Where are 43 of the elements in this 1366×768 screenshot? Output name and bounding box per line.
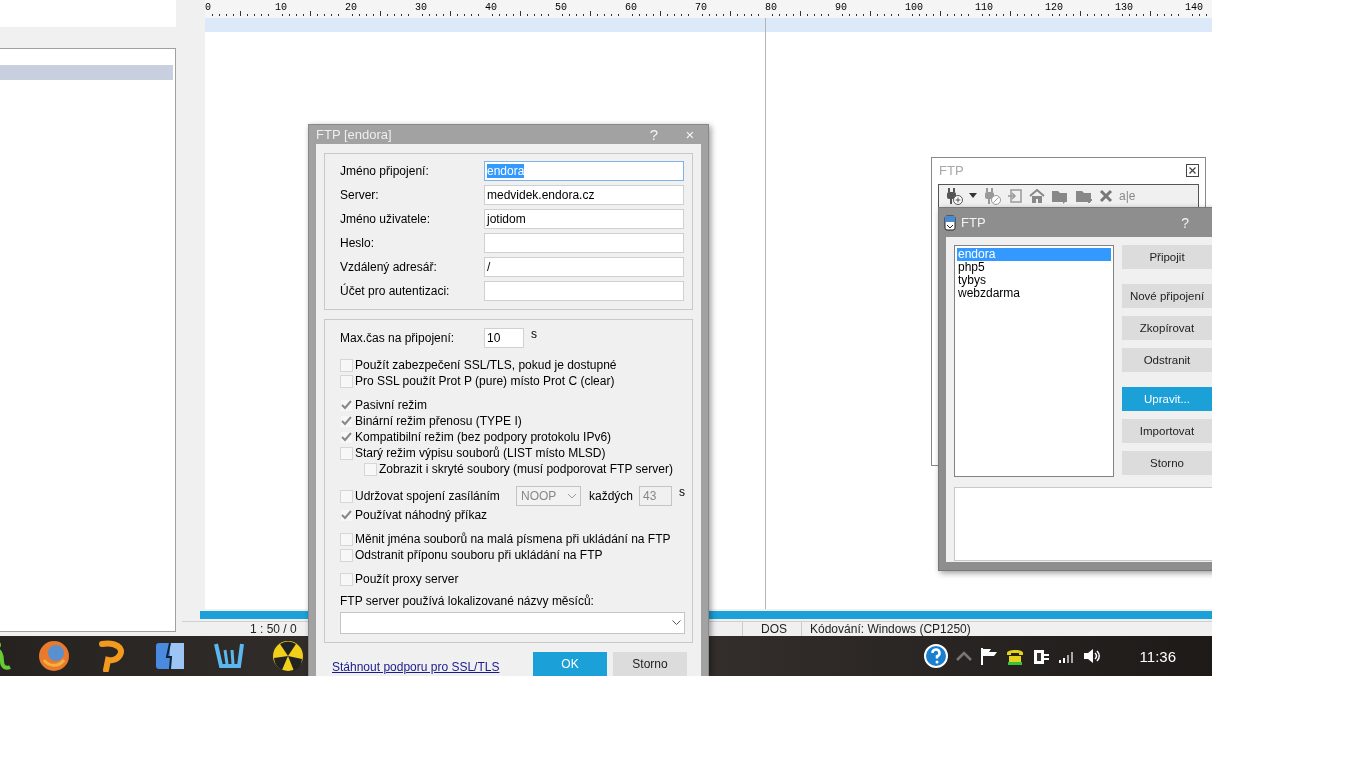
checkbox-label: Binární režim přenosu (TYPE I) — [355, 414, 522, 428]
field-label: Max.čas na připojení: — [340, 331, 456, 345]
cursor-position: 1 : 50 / 0 — [249, 622, 298, 636]
ruler-number: 40 — [485, 2, 497, 13]
ruler-number: 130 — [1115, 2, 1133, 13]
ruler-number: 90 — [835, 2, 847, 13]
field-label: Vzdálený adresář: — [340, 260, 438, 274]
checkbox-label: Použít zabezpečení SSL/TLS, pokud je dostupné — [355, 358, 617, 372]
checkbox-label: Kompatibilní režim (bez podpory protokolu IPv6) — [355, 430, 612, 444]
ruler-number: 20 — [345, 2, 357, 13]
checkbox-label: Pasivní režim — [355, 398, 428, 412]
ruler-number: 60 — [625, 2, 637, 13]
ruler-number: 10 — [275, 2, 287, 13]
ruler-number: 140 — [1185, 2, 1203, 13]
checkbox-label: Měnit jména souborů na malá písmena při ukládání na FTP — [355, 532, 671, 546]
ruler-number: 0 — [205, 2, 211, 13]
field-label: každých — [589, 489, 633, 503]
field-label: Jméno uživatele: — [340, 212, 432, 226]
ruler-number: 30 — [415, 2, 427, 13]
field-label: Účet pro autentizaci: — [340, 284, 451, 298]
ruler-number: 100 — [905, 2, 923, 13]
window-title: FTP [endora] — [315, 127, 393, 142]
field-label: Jméno připojení: — [340, 164, 430, 178]
checkbox-label: Zobrazit i skryté soubory (musí podporovat FTP server) — [379, 462, 673, 476]
encoding: Kódování: Windows (CP1250) — [809, 622, 971, 636]
checkbox-label: Použít proxy server — [355, 572, 459, 586]
checkbox-label: Udržovat spojení zasíláním — [355, 489, 501, 503]
field-label: FTP server používá lokalizované názvy měsíců: — [340, 594, 595, 608]
checkbox-label: Starý režim výpisu souborů (LIST místo MLSD) — [355, 446, 606, 460]
checkbox-label: Pro SSL použít Prot P (pure) místo Prot C (clear) — [355, 374, 615, 388]
ruler-number: 120 — [1045, 2, 1063, 13]
field-label: Server: — [340, 188, 380, 202]
unit-label: s — [679, 485, 685, 499]
ruler-number: 70 — [695, 2, 707, 13]
field-label: Heslo: — [340, 236, 375, 250]
ruler-number: 80 — [765, 2, 777, 13]
checkbox-label: Používat náhodný příkaz — [355, 508, 488, 522]
checkbox-label: Odstranit příponu souboru při ukládání na FTP — [355, 548, 603, 562]
ruler-number: 110 — [975, 2, 993, 13]
window-title: FTP — [961, 215, 986, 230]
ruler-number: 50 — [555, 2, 567, 13]
unit-label: s — [531, 327, 537, 341]
window-title: FTP — [939, 162, 964, 178]
